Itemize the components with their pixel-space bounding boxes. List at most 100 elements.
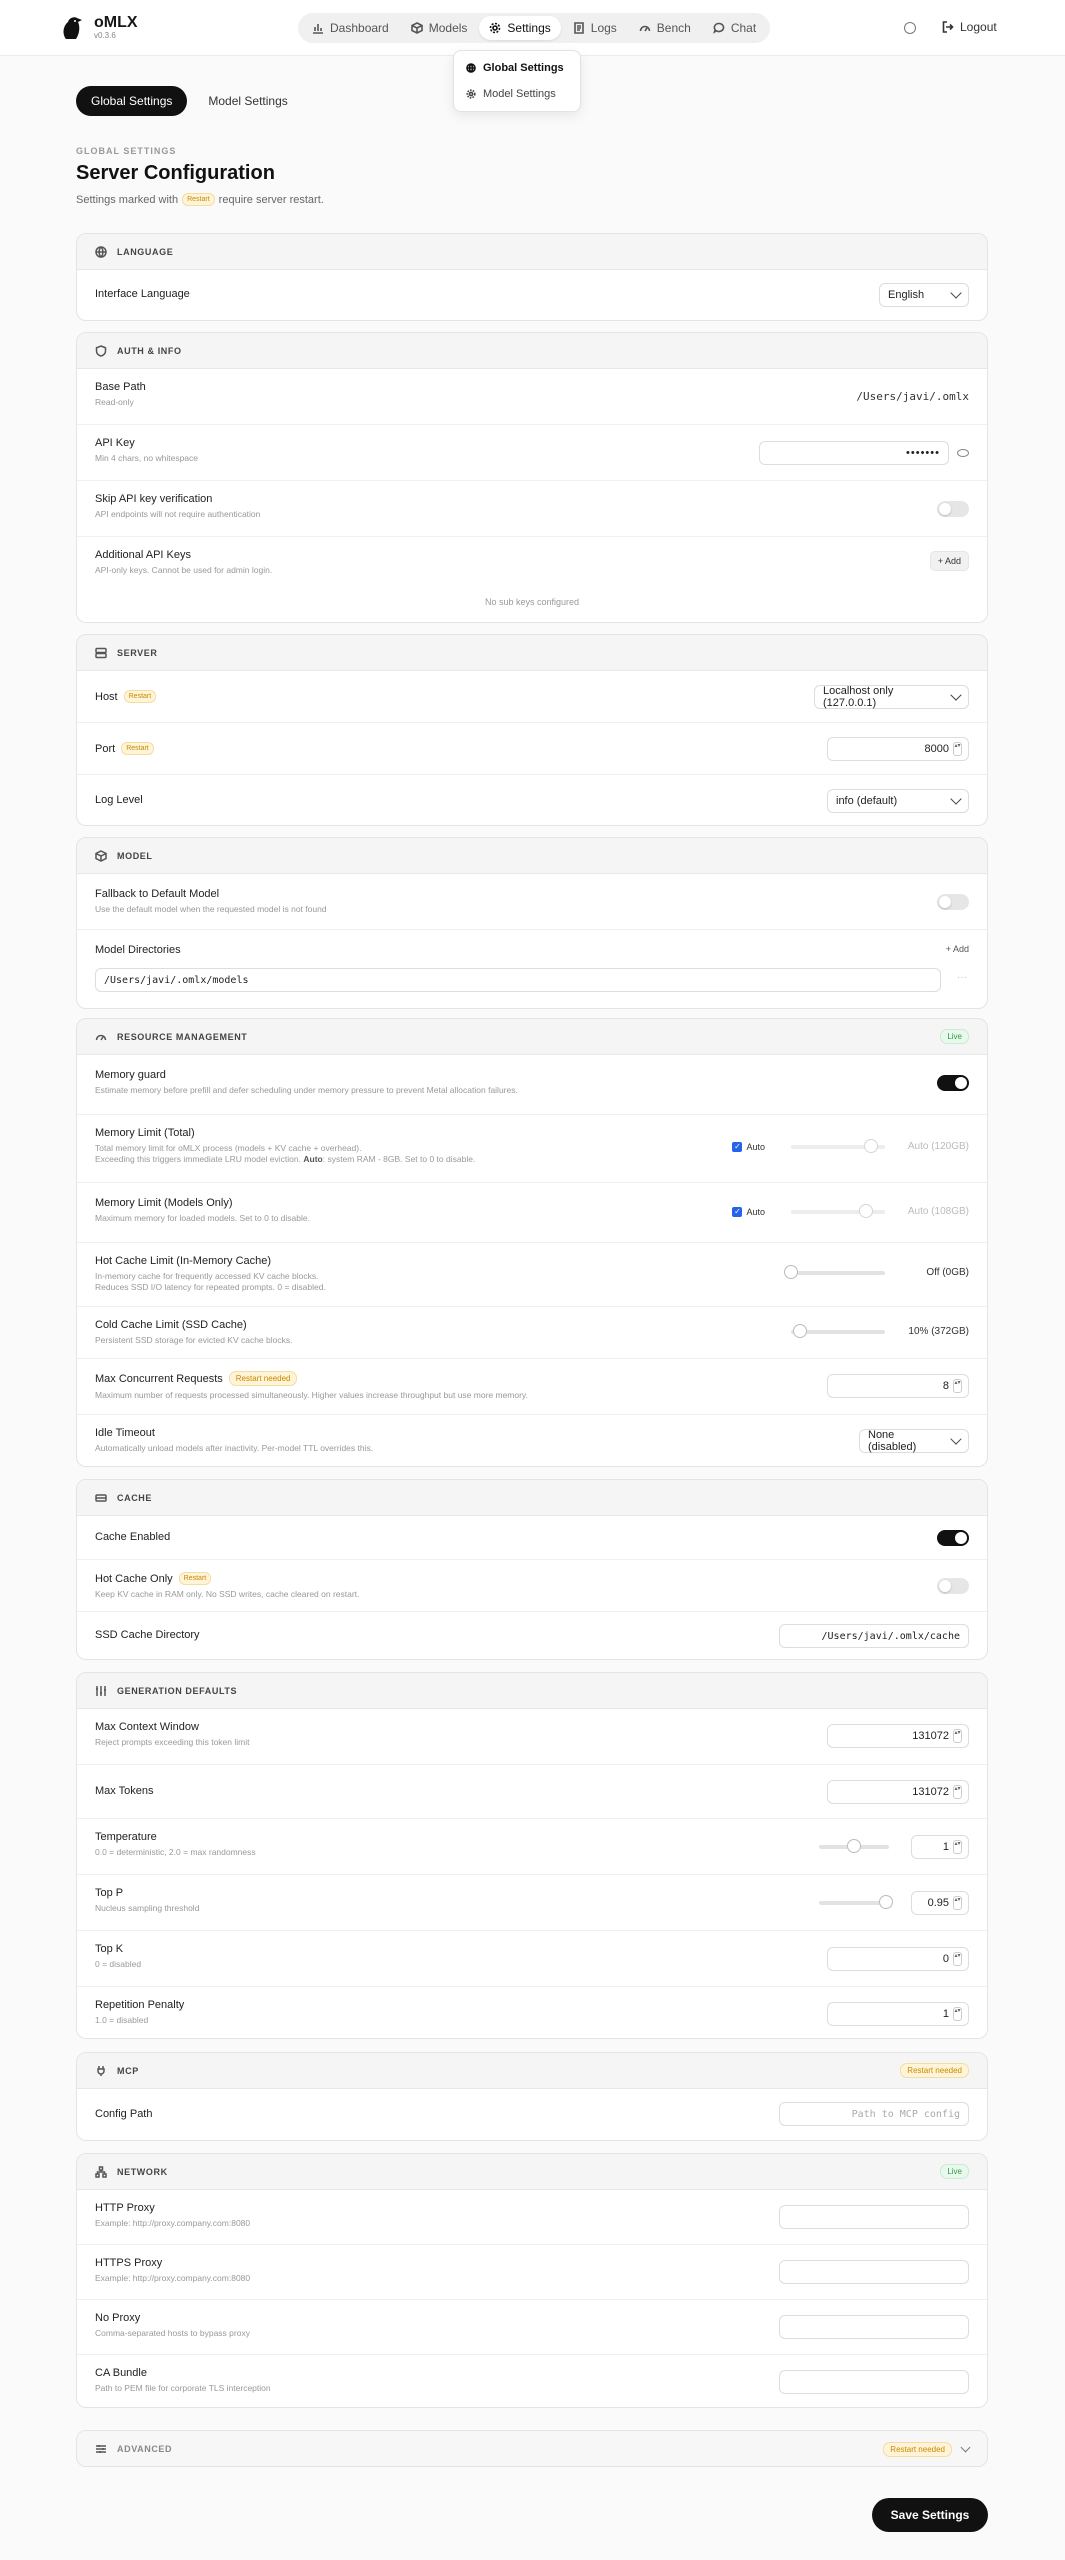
menu-item-model-settings[interactable]: Model Settings [458,81,576,107]
http-proxy-input[interactable] [779,2205,969,2229]
chevron-down-icon [960,2442,971,2452]
temperature-input[interactable]: 1 ▴▾ [911,1835,969,1859]
top-k-input[interactable]: 0 ▴▾ [827,1947,969,1971]
page-title: Server Configuration [76,162,275,184]
stepper-icon[interactable]: ▴▾ [953,1729,962,1743]
fallback-model-toggle[interactable] [937,894,969,910]
cube-icon [410,22,423,34]
settings-row: CA Bundle Path to PEM file for corporate … [77,2355,987,2407]
server-icon [95,647,107,658]
cache-enabled-toggle[interactable] [937,1530,969,1546]
https-proxy-input[interactable] [779,2260,969,2284]
settings-row: Cache Enabled [77,1516,987,1560]
stepper-icon[interactable]: ▴▾ [953,1840,962,1854]
chat-bubble-icon [712,22,725,34]
add-directory-button[interactable]: + Add [946,944,969,954]
nav-models[interactable]: Models [401,16,478,40]
slider-handle[interactable] [847,1839,861,1853]
ca-bundle-input[interactable] [779,2370,969,2394]
skip-api-key-toggle[interactable] [937,501,969,517]
nav-chat[interactable]: Chat [703,16,766,40]
ssd-cache-dir-input[interactable]: /Users/javi/.omlx/cache [779,1624,969,1648]
slider-handle[interactable] [793,1323,808,1338]
settings-row: Config Path Path to MCP config [77,2089,987,2140]
card-header[interactable]: ADVANCED Restart needed [77,2431,987,2466]
file-list-icon [573,22,584,34]
app-logo[interactable]: oMLX v0.3.6 [58,14,138,42]
memory-guard-toggle[interactable] [937,1075,969,1091]
network-icon [95,2165,107,2178]
menu-item-global-settings[interactable]: Global Settings [458,55,576,81]
card-header: LANGUAGE [77,234,987,270]
settings-row: Hot Cache Only Restart Keep KV cache in RA… [77,1560,987,1612]
directory-menu-icon[interactable]: ··· [957,972,967,983]
cold-cache-slider[interactable] [791,1323,885,1338]
max-tokens-input[interactable]: 131072 ▴▾ [827,1780,969,1804]
stepper-icon[interactable]: ▴▾ [953,1952,962,1966]
cube-icon [95,849,107,862]
row-description: Read-only [95,397,134,407]
tab-model-settings[interactable]: Model Settings [193,86,302,116]
nav-bench[interactable]: Bench [629,16,701,40]
card-header: CACHE [77,1480,987,1516]
desc-line: Exceeding this triggers immediate LRU mo… [95,1154,301,1164]
row-description: Automatically unload models after inacti… [95,1443,374,1453]
memory-models-slider[interactable] [791,1203,885,1218]
row-label: Idle Timeout [95,1427,155,1439]
subtitle-text: require server restart. [218,193,324,206]
auto-checkbox[interactable]: ✓ Auto [732,1141,765,1152]
settings-row: Fallback to Default Model Use the default… [77,874,987,930]
card-title: ADVANCED [117,2444,173,2454]
temperature-slider[interactable] [819,1839,889,1853]
no-proxy-input[interactable] [779,2315,969,2339]
hot-cache-slider[interactable] [784,1264,885,1279]
hard-drive-icon [95,1493,107,1502]
row-description: Comma-separated hosts to bypass proxy [95,2328,250,2338]
language-select[interactable]: English [879,283,969,307]
top-p-slider[interactable] [819,1895,893,1909]
settings-row: Host Restart Localhost only (127.0.0.1) [77,671,987,723]
max-requests-input[interactable]: 8 ▴▾ [827,1374,969,1398]
nav-settings[interactable]: Settings [479,16,561,40]
mcp-config-input[interactable]: Path to MCP config [779,2102,969,2126]
row-label: Max Context Window [95,1721,199,1733]
max-context-input[interactable]: 131072 ▴▾ [827,1724,969,1748]
stepper-icon[interactable]: ▴▾ [953,1785,962,1799]
stepper-icon[interactable]: ▴▾ [953,1896,962,1910]
slider-handle[interactable] [863,1138,878,1153]
log-level-select[interactable]: info (default) [827,789,969,813]
nav-logs[interactable]: Logs [563,16,627,40]
hot-cache-only-toggle[interactable] [937,1578,969,1594]
memory-total-slider[interactable] [791,1138,885,1153]
save-settings-button[interactable]: Save Settings [872,2498,988,2532]
tab-global-settings[interactable]: Global Settings [76,86,188,116]
api-key-input[interactable]: ••••••• [759,441,949,465]
slider-handle[interactable] [878,1895,893,1909]
row-label: Memory Limit (Total) [95,1127,195,1139]
stepper-icon[interactable]: ▴▾ [953,1379,962,1393]
logout-button[interactable]: Logout [942,20,997,34]
nav-dashboard[interactable]: Dashboard [302,16,399,40]
eye-icon[interactable] [957,449,969,457]
row-description: Nucleus sampling threshold [95,1903,200,1913]
slider-handle[interactable] [859,1203,874,1218]
advanced-card[interactable]: ADVANCED Restart needed [76,2430,988,2467]
host-select[interactable]: Localhost only (127.0.0.1) [814,685,969,709]
page-header: GLOBAL SETTINGS Server Configuration Set… [76,146,976,206]
model-directory-input[interactable]: /Users/javi/.omlx/models [95,968,941,992]
slider-handle[interactable] [784,1264,798,1279]
stepper-icon[interactable]: ▴▾ [953,2007,962,2021]
top-p-input[interactable]: 0.95 ▴▾ [911,1891,969,1915]
row-description: Total memory limit for oMLX process (mod… [95,1143,475,1165]
auto-checkbox[interactable]: ✓ Auto [732,1206,765,1217]
desc-line: : system RAM - 8GB. Set to 0 to disable. [322,1154,476,1164]
theme-toggle-icon[interactable] [904,22,916,34]
settings-row: Max Tokens 131072 ▴▾ [77,1765,987,1819]
stepper-icon[interactable]: ▴▾ [953,742,962,756]
gear-icon [466,89,476,99]
idle-timeout-select[interactable]: None (disabled) [859,1429,969,1453]
port-input[interactable]: 8000 ▴▾ [827,737,969,761]
add-api-key-button[interactable]: + Add [929,551,969,571]
repetition-penalty-input[interactable]: 1 ▴▾ [827,2002,969,2026]
row-label: Hot Cache Limit (In-Memory Cache) [95,1255,272,1267]
